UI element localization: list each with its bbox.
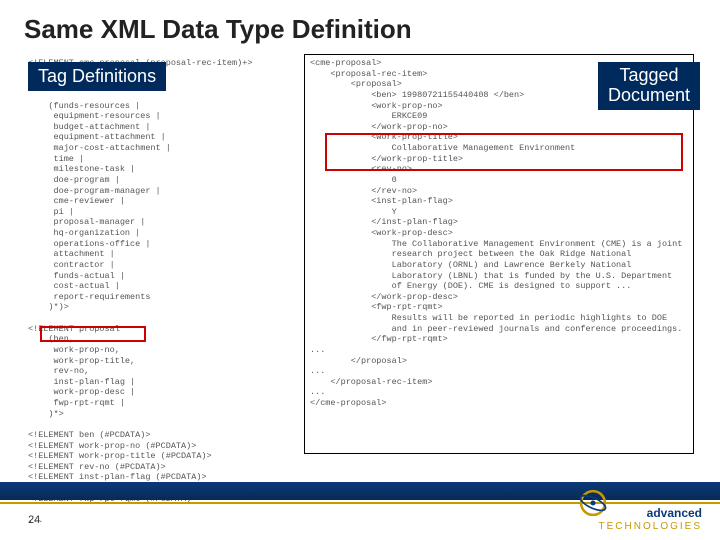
tagged-document-label: Tagged Document (598, 62, 700, 110)
logo-text-advanced: advanced (647, 506, 702, 520)
tag-definitions-label: Tag Definitions (28, 62, 166, 91)
company-logo: advanced TECHNOLOGIES (582, 478, 702, 534)
logo-mark-icon (576, 486, 610, 520)
dtd-code: <!ELEMENT cme-proposal (proposal-rec-ite… (28, 58, 298, 526)
right-code-border (304, 54, 694, 454)
page-number: 24 (28, 514, 40, 526)
highlight-dtd-work-prop-title (40, 326, 146, 342)
logo-text-technologies: TECHNOLOGIES (599, 521, 702, 532)
slide-title: Same XML Data Type Definition (24, 14, 412, 45)
highlight-xml-work-prop-title (325, 133, 683, 171)
